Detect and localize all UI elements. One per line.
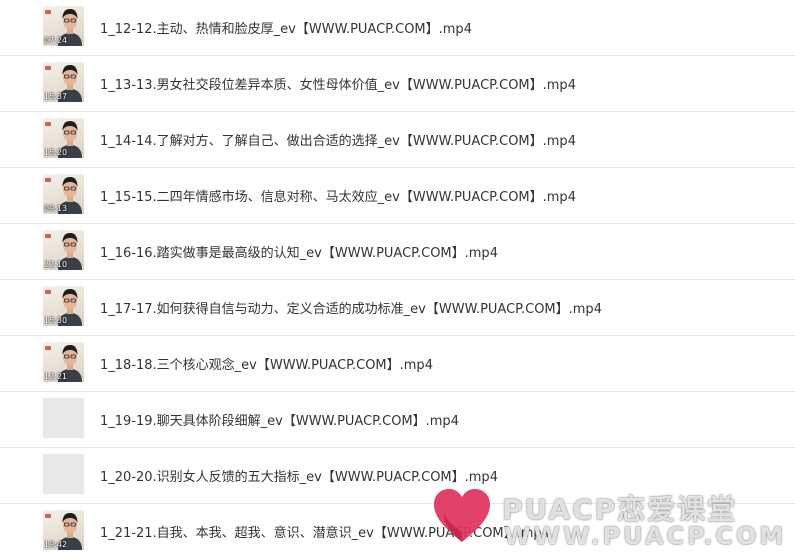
video-thumbnail[interactable]: 07:24 (43, 6, 84, 46)
file-row[interactable]: 1_19-19.聊天具体阶段细解_ev【WWW.PUACP.COM】.mp4 (0, 392, 795, 448)
background-sign (45, 234, 51, 238)
background-sign (45, 178, 51, 182)
background-sign (45, 66, 51, 70)
video-thumbnail[interactable]: 15:20 (43, 118, 84, 158)
file-name[interactable]: 1_13-13.男女社交段位差异本质、女性母体价值_ev【WWW.PUACP.C… (100, 74, 576, 93)
file-name[interactable]: 1_20-20.识别女人反馈的五大指标_ev【WWW.PUACP.COM】.mp… (100, 466, 498, 485)
file-row[interactable]: 07:24 1_12-12.主动、热情和脸皮厚_ev【WWW.PUACP.COM… (0, 0, 795, 56)
video-thumbnail[interactable]: 15:37 (43, 62, 84, 102)
file-row[interactable]: 22:10 1_16-16.踏实做事是最高级的认知_ev【WWW.PUACP.C… (0, 224, 795, 280)
file-row[interactable]: 15:20 1_14-14.了解对方、了解自己、做出合适的选择_ev【WWW.P… (0, 112, 795, 168)
video-thumbnail[interactable]: 22:10 (43, 230, 84, 270)
file-row[interactable]: 09:13 1_15-15.二四年情感市场、信息对称、马太效应_ev【WWW.P… (0, 168, 795, 224)
video-duration: 19:42 (44, 540, 68, 549)
video-duration: 15:37 (44, 92, 68, 101)
file-name[interactable]: 1_16-16.踏实做事是最高级的认知_ev【WWW.PUACP.COM】.mp… (100, 242, 498, 261)
background-sign (45, 346, 51, 350)
video-thumbnail[interactable]: 12:21 (43, 342, 84, 382)
video-thumbnail[interactable]: 19:42 (43, 510, 84, 550)
background-sign (45, 10, 51, 14)
background-sign (45, 514, 51, 518)
video-duration: 15:20 (44, 148, 68, 157)
background-sign (45, 122, 51, 126)
video-duration: 15:30 (44, 316, 68, 325)
video-thumbnail[interactable]: 09:13 (43, 174, 84, 214)
file-name[interactable]: 1_19-19.聊天具体阶段细解_ev【WWW.PUACP.COM】.mp4 (100, 410, 459, 429)
file-name[interactable]: 1_14-14.了解对方、了解自己、做出合适的选择_ev【WWW.PUACP.C… (100, 130, 576, 149)
thumbnail-placeholder[interactable] (43, 398, 84, 438)
video-thumbnail[interactable]: 15:30 (43, 286, 84, 326)
file-row[interactable]: 15:37 1_13-13.男女社交段位差异本质、女性母体价值_ev【WWW.P… (0, 56, 795, 112)
file-row[interactable]: 12:21 1_18-18.三个核心观念_ev【WWW.PUACP.COM】.m… (0, 336, 795, 392)
video-duration: 07:24 (44, 36, 68, 45)
file-name[interactable]: 1_12-12.主动、热情和脸皮厚_ev【WWW.PUACP.COM】.mp4 (100, 18, 472, 37)
video-duration: 12:21 (44, 372, 68, 381)
file-list: 07:24 1_12-12.主动、热情和脸皮厚_ev【WWW.PUACP.COM… (0, 0, 795, 560)
file-row[interactable]: 1_20-20.识别女人反馈的五大指标_ev【WWW.PUACP.COM】.mp… (0, 448, 795, 504)
video-duration: 09:13 (44, 204, 68, 213)
file-name[interactable]: 1_18-18.三个核心观念_ev【WWW.PUACP.COM】.mp4 (100, 354, 433, 373)
background-sign (45, 290, 51, 294)
file-name[interactable]: 1_15-15.二四年情感市场、信息对称、马太效应_ev【WWW.PUACP.C… (100, 186, 576, 205)
file-name[interactable]: 1_17-17.如何获得自信与动力、定义合适的成功标准_ev【WWW.PUACP… (100, 298, 602, 317)
thumbnail-placeholder[interactable] (43, 454, 84, 494)
file-row[interactable]: 19:42 1_21-21.自我、本我、超我、意识、潜意识_ev【WWW.PUA… (0, 504, 795, 560)
file-name[interactable]: 1_21-21.自我、本我、超我、意识、潜意识_ev【WWW.PUACP.COM… (100, 522, 550, 541)
video-duration: 22:10 (44, 260, 68, 269)
file-row[interactable]: 15:30 1_17-17.如何获得自信与动力、定义合适的成功标准_ev【WWW… (0, 280, 795, 336)
